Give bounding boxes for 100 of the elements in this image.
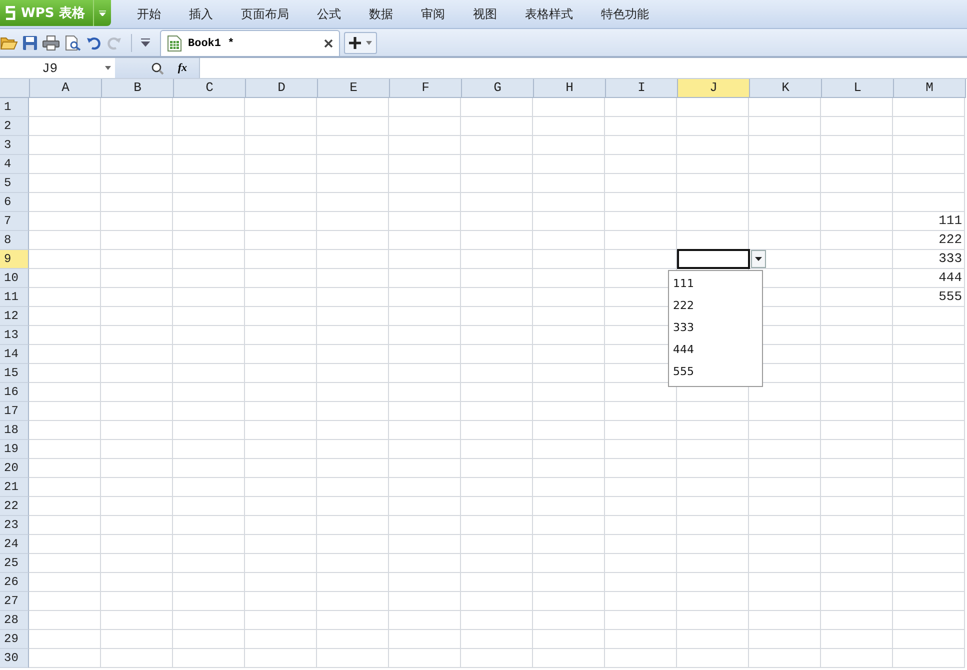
menu-tab[interactable]: 页面布局: [226, 2, 303, 26]
table-cell: [461, 212, 533, 231]
column-header[interactable]: I: [606, 79, 678, 98]
table-cell: 333: [893, 250, 965, 269]
dropdown-option[interactable]: 444: [669, 339, 762, 361]
active-cell[interactable]: [677, 249, 750, 269]
table-cell: [173, 497, 245, 516]
table-cell: [461, 136, 533, 155]
row-header[interactable]: 10: [0, 269, 29, 288]
insert-function-button[interactable]: fx: [178, 62, 187, 74]
row-header[interactable]: 3: [0, 136, 29, 155]
caret-icon: [366, 40, 372, 44]
table-cell: [605, 497, 677, 516]
row-header[interactable]: 8: [0, 231, 29, 250]
table-cell: [389, 193, 461, 212]
customize-dropdown-icon[interactable]: [141, 38, 150, 47]
row-header[interactable]: 29: [0, 630, 29, 649]
menu-tab[interactable]: 开始: [122, 2, 175, 26]
table-cell: [317, 535, 389, 554]
row-header[interactable]: 4: [0, 155, 29, 174]
row-header[interactable]: 30: [0, 649, 29, 668]
dropdown-option[interactable]: 111: [669, 273, 762, 295]
row-header[interactable]: 17: [0, 402, 29, 421]
table-cell: [605, 516, 677, 535]
column-header[interactable]: K: [750, 79, 822, 98]
row-header[interactable]: 19: [0, 440, 29, 459]
dropdown-option[interactable]: 555: [669, 361, 762, 383]
row-header[interactable]: 5: [0, 174, 29, 193]
column-header[interactable]: L: [822, 79, 894, 98]
column-header[interactable]: C: [174, 79, 246, 98]
table-cell: [605, 155, 677, 174]
row-header[interactable]: 2: [0, 117, 29, 136]
column-header[interactable]: F: [390, 79, 462, 98]
column-header[interactable]: G: [462, 79, 534, 98]
menu-tab[interactable]: 公式: [302, 2, 355, 26]
row-header[interactable]: 12: [0, 307, 29, 326]
table-cell: [317, 478, 389, 497]
table-cell: [749, 516, 821, 535]
column-header[interactable]: H: [534, 79, 606, 98]
row-header[interactable]: 1: [0, 98, 29, 117]
table-cell: [29, 155, 101, 174]
close-icon[interactable]: [324, 39, 333, 48]
column-header[interactable]: E: [318, 79, 390, 98]
menu-tab[interactable]: 数据: [354, 2, 407, 26]
menu-tab[interactable]: 特色功能: [586, 2, 663, 26]
table-cell: [389, 554, 461, 573]
row-header[interactable]: 7: [0, 212, 29, 231]
row-header[interactable]: 11: [0, 288, 29, 307]
menu-tab[interactable]: 插入: [174, 2, 227, 26]
row-header[interactable]: 25: [0, 554, 29, 573]
table-cell: [533, 269, 605, 288]
row-header[interactable]: 28: [0, 611, 29, 630]
menu-tab[interactable]: 视图: [458, 2, 511, 26]
row-header[interactable]: 21: [0, 478, 29, 497]
row-header[interactable]: 6: [0, 193, 29, 212]
new-tab-button[interactable]: [344, 32, 377, 54]
table-cell: [461, 250, 533, 269]
row-header[interactable]: 18: [0, 421, 29, 440]
table-cell: [29, 554, 101, 573]
folder-icon[interactable]: [0, 34, 18, 50]
table-cell: [101, 174, 173, 193]
row-header[interactable]: 13: [0, 326, 29, 345]
table-cell: [389, 630, 461, 649]
zoom-icon[interactable]: [150, 62, 164, 74]
table-cell: [29, 212, 101, 231]
row-header[interactable]: 9: [0, 250, 29, 269]
table-cell: [461, 554, 533, 573]
row-header[interactable]: 16: [0, 383, 29, 402]
table-cell: [101, 554, 173, 573]
undo-icon[interactable]: [86, 34, 102, 50]
table-cell: [173, 630, 245, 649]
dropdown-option[interactable]: 222: [669, 295, 762, 317]
table-cell: [605, 98, 677, 117]
row-header[interactable]: 23: [0, 516, 29, 535]
dropdown-button[interactable]: [751, 250, 766, 268]
table-cell: [461, 231, 533, 250]
print-preview-icon[interactable]: [64, 34, 82, 50]
row-header[interactable]: 20: [0, 459, 29, 478]
row-header[interactable]: 14: [0, 345, 29, 364]
table-cell: [29, 440, 101, 459]
document-tab[interactable]: Book1 *: [160, 30, 340, 56]
table-cell: [29, 592, 101, 611]
menu-tab[interactable]: 表格样式: [510, 2, 587, 26]
column-header[interactable]: B: [102, 79, 174, 98]
table-cell: [101, 345, 173, 364]
column-header[interactable]: M: [894, 79, 966, 98]
table-cell: [317, 136, 389, 155]
table-cell: [317, 592, 389, 611]
print-icon[interactable]: [42, 34, 60, 50]
row-header[interactable]: 27: [0, 592, 29, 611]
row-header[interactable]: 22: [0, 497, 29, 516]
column-header[interactable]: J: [678, 79, 750, 98]
row-header[interactable]: 26: [0, 573, 29, 592]
save-icon[interactable]: [22, 34, 38, 50]
dropdown-option[interactable]: 333: [669, 317, 762, 339]
row-header[interactable]: 15: [0, 364, 29, 383]
row-header[interactable]: 24: [0, 535, 29, 554]
menu-tab[interactable]: 审阅: [406, 2, 459, 26]
column-header[interactable]: A: [30, 79, 102, 98]
column-header[interactable]: D: [246, 79, 318, 98]
